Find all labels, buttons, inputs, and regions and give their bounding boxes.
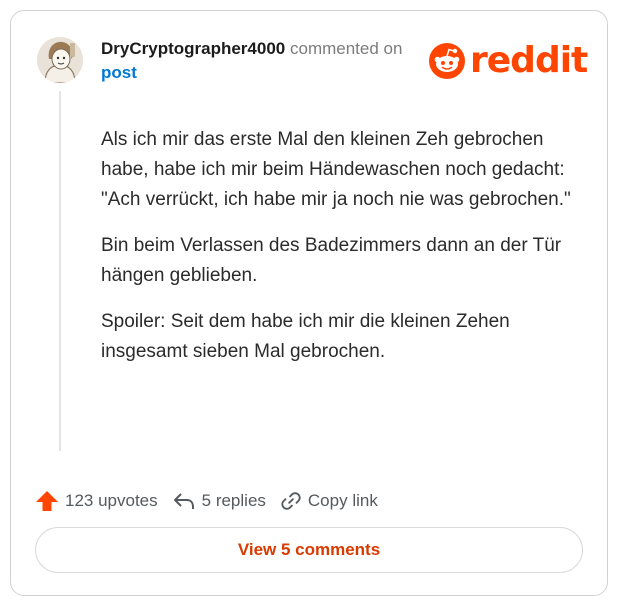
username-link[interactable]: DryCryptographer4000 (101, 39, 285, 58)
reddit-logo[interactable]: reddit (429, 40, 588, 81)
reddit-snoo-icon (429, 43, 465, 79)
reddit-wordmark: reddit (470, 40, 588, 81)
upvote-count: 123 upvotes (65, 491, 158, 510)
thread-line (59, 91, 61, 451)
replies-button[interactable]: 5 replies (172, 489, 266, 513)
link-icon (281, 492, 301, 510)
copy-link-button[interactable]: Copy link (280, 490, 378, 512)
action-text: commented on (289, 39, 403, 58)
upvote-arrow-icon (36, 491, 58, 511)
action-bar: 123 upvotes 5 replies Copy link (35, 487, 392, 515)
comment-paragraph: Als ich mir das erste Mal den kleinen Ze… (101, 129, 571, 210)
avatar-icon (37, 37, 83, 83)
copy-link-label: Copy link (307, 491, 378, 510)
comment-body: Als ich mir das erste Mal den kleinen Ze… (101, 125, 571, 383)
comment-header: DryCryptographer4000 commented on post (101, 37, 421, 85)
avatar[interactable] (37, 37, 83, 83)
upvote-button[interactable]: 123 upvotes (35, 489, 158, 513)
view-comments-button[interactable]: View 5 comments (35, 527, 583, 573)
comment-paragraph: Bin beim Verlassen des Badezimmers dann … (101, 235, 562, 286)
comment-paragraph: Spoiler: Seit dem habe ich mir die klein… (101, 311, 510, 362)
reply-arrow-icon (173, 493, 194, 509)
replies-count: 5 replies (201, 491, 266, 510)
post-link[interactable]: post (101, 61, 421, 85)
comment-card: DryCryptographer4000 commented on post r… (10, 10, 608, 596)
